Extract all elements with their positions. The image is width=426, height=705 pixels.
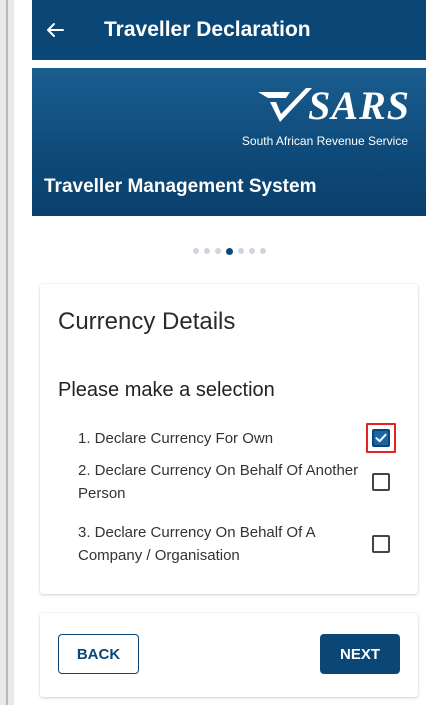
sars-banner: SARS South African Revenue Service Trave… bbox=[32, 68, 426, 216]
sars-logo-text: SARS bbox=[308, 83, 410, 128]
selection-highlight bbox=[366, 423, 396, 453]
option-own-checkbox[interactable] bbox=[372, 429, 390, 447]
page-title: Traveller Declaration bbox=[104, 18, 311, 41]
option-company-checkbox[interactable] bbox=[372, 535, 390, 553]
option-another-person-checkbox[interactable] bbox=[372, 473, 390, 491]
option-another-person: 2. Declare Currency On Behalf Of Another… bbox=[78, 459, 396, 505]
step-dot-active bbox=[225, 247, 233, 255]
step-dot bbox=[192, 248, 199, 254]
navigation-card: BACK NEXT bbox=[40, 613, 418, 697]
option-another-person-label: 2. Declare Currency On Behalf Of Another… bbox=[78, 462, 359, 502]
step-dot bbox=[214, 248, 221, 254]
back-arrow-icon[interactable] bbox=[32, 22, 78, 38]
step-dot bbox=[203, 248, 210, 254]
selection-prompt: Please make a selection bbox=[58, 379, 275, 401]
option-own-label: 1. Declare Currency For Own bbox=[78, 429, 274, 447]
back-button[interactable]: BACK bbox=[58, 634, 139, 674]
step-indicator bbox=[32, 247, 426, 255]
check-icon bbox=[375, 433, 387, 443]
sars-logo: SARS bbox=[256, 82, 410, 129]
card-title: Currency Details bbox=[58, 308, 236, 335]
rail-line bbox=[6, 0, 8, 705]
currency-details-card: Currency Details Please make a selection… bbox=[40, 284, 418, 594]
option-company: 3. Declare Currency On Behalf Of A Compa… bbox=[78, 521, 396, 567]
step-dot bbox=[259, 248, 266, 254]
app-bar: Traveller Declaration bbox=[32, 0, 426, 60]
option-company-label: 3. Declare Currency On Behalf Of A Compa… bbox=[78, 524, 315, 564]
next-button[interactable]: NEXT bbox=[320, 634, 400, 674]
step-dot bbox=[248, 248, 255, 254]
option-own: 1. Declare Currency For Own bbox=[78, 423, 396, 453]
sars-logo-mark-icon bbox=[258, 87, 313, 122]
left-scroll-rail bbox=[0, 0, 14, 705]
organization-name: South African Revenue Service bbox=[241, 134, 408, 148]
step-dot bbox=[237, 248, 244, 254]
app-screen: Traveller Declaration SARS South African… bbox=[32, 0, 426, 705]
system-name: Traveller Management System bbox=[44, 176, 317, 197]
